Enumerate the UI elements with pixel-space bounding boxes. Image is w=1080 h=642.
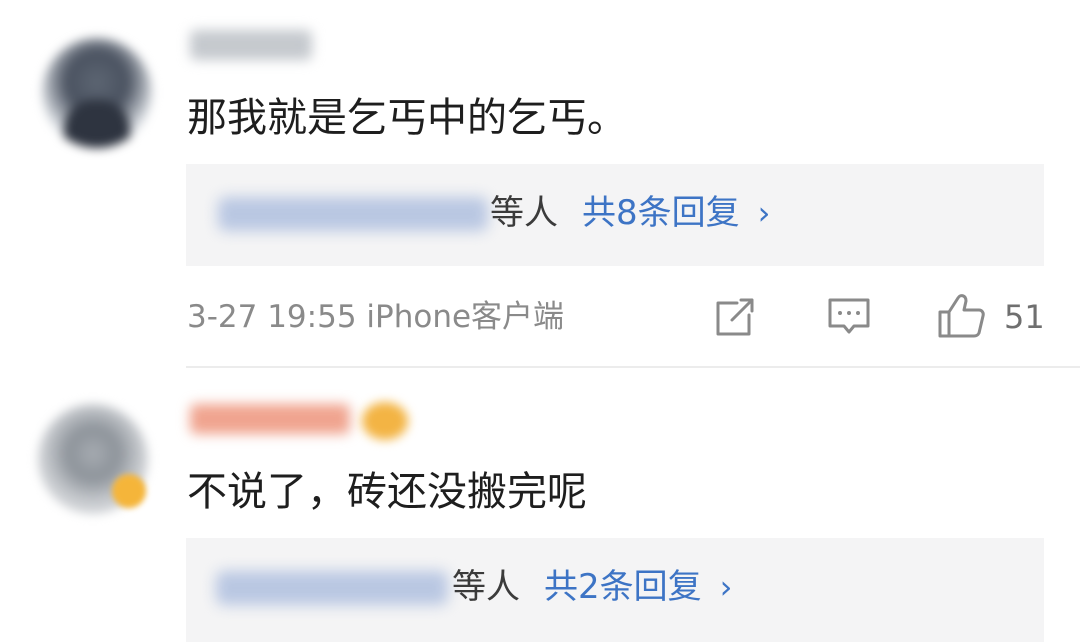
share-icon[interactable] — [712, 294, 758, 340]
chevron-right-icon[interactable]: › — [720, 568, 733, 606]
reply-names-blurred — [218, 197, 488, 231]
reply-others-label: 等人 — [490, 193, 558, 233]
reply-count-link[interactable]: 共2条回复 — [544, 567, 702, 607]
username-blurred[interactable] — [190, 404, 350, 434]
like-icon[interactable] — [936, 290, 986, 340]
reply-preview-line[interactable]: 等人 共8条回复 › — [490, 190, 770, 236]
comment-text: 不说了，砖还没搬完呢 — [187, 469, 587, 515]
divider — [186, 366, 1080, 368]
reply-names-blurred — [216, 571, 448, 605]
comment-text: 那我就是乞丐中的乞丐。 — [187, 95, 627, 141]
verified-badge-icon — [112, 474, 146, 508]
chevron-right-icon[interactable]: › — [758, 194, 771, 232]
member-badge-icon — [362, 402, 408, 440]
username-blurred[interactable] — [190, 30, 312, 60]
avatar[interactable] — [42, 38, 152, 148]
reply-preview-box[interactable]: 等人 共2条回复 › — [186, 538, 1044, 642]
reply-count-link[interactable]: 共8条回复 — [582, 193, 740, 233]
like-count: 51 — [1004, 298, 1045, 336]
comment-icon[interactable] — [826, 294, 872, 340]
comment-meta: 3-27 19:55 iPhone客户端 — [187, 299, 565, 335]
reply-preview-line[interactable]: 等人 共2条回复 › — [452, 564, 732, 610]
reply-others-label: 等人 — [452, 567, 520, 607]
reply-preview-box[interactable]: 等人 共8条回复 › — [186, 164, 1044, 266]
